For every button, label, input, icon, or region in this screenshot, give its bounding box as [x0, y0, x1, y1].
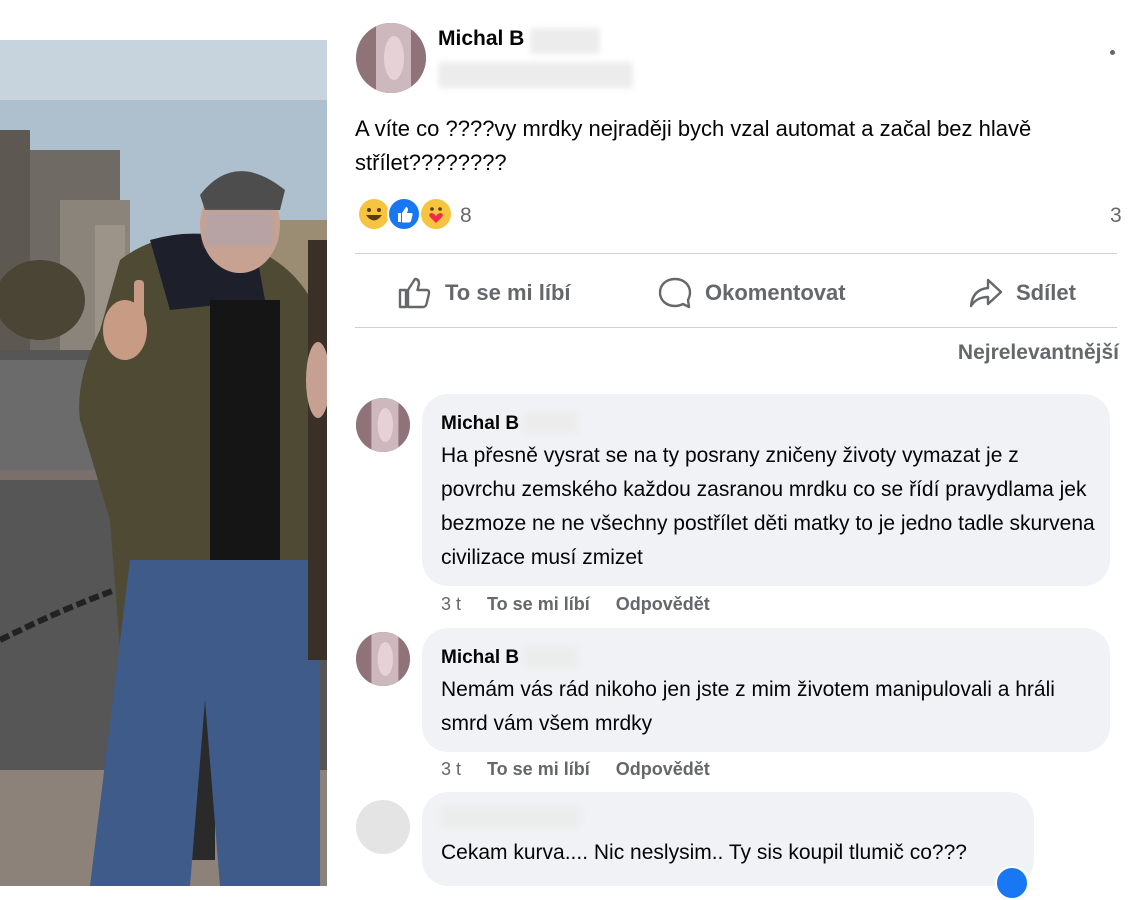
- comment-author[interactable]: Michal B: [441, 413, 519, 435]
- facebook-post: Michal B A víte co ????vy mrdky nejraděj…: [340, 0, 1131, 900]
- comment-text: Ha přesně vysrat se na ty posrany zničen…: [441, 444, 1095, 569]
- avatar-image: [356, 23, 426, 93]
- divider: [355, 327, 1117, 328]
- post-text: A víte co ????vy mrdky nejraději bych vz…: [355, 116, 1032, 175]
- redacted-surname: [530, 28, 600, 54]
- share-button[interactable]: Sdílet: [968, 276, 1076, 310]
- comment-time[interactable]: 3 t: [441, 594, 461, 615]
- share-label: Sdílet: [1016, 280, 1076, 305]
- share-icon: [969, 278, 1003, 308]
- comment-button[interactable]: Okomentovat: [657, 276, 846, 310]
- like-label: To se mi líbí: [445, 280, 571, 305]
- comment-avatar[interactable]: [356, 398, 410, 452]
- comment-avatar[interactable]: [356, 632, 410, 686]
- avatar-image: [356, 398, 410, 452]
- care-icon: [419, 197, 453, 231]
- post-author-name[interactable]: Michal B: [438, 27, 524, 51]
- comment-like-link[interactable]: To se mi líbí: [487, 759, 590, 780]
- comment-like-link[interactable]: To se mi líbí: [487, 594, 590, 615]
- comment-text: Nemám vás rád nikoho jen jste z mim živo…: [441, 678, 1055, 735]
- comment-reply-link[interactable]: Odpovědět: [616, 759, 710, 780]
- redacted-comment-author: [441, 806, 581, 828]
- comment-text: Cekam kurva.... Nic neslysim.. Ty sis ko…: [441, 841, 967, 864]
- profile-photo: [0, 0, 327, 886]
- thumbs-up-icon: [398, 277, 431, 309]
- haha-icon: [357, 197, 391, 231]
- redacted-surname: [523, 412, 578, 434]
- author-avatar[interactable]: [356, 23, 426, 93]
- comment-author[interactable]: Michal B: [441, 647, 519, 669]
- comment-avatar[interactable]: [356, 800, 410, 854]
- street-photo-image: [0, 40, 327, 886]
- comment-time[interactable]: 3 t: [441, 759, 461, 780]
- like-button[interactable]: To se mi líbí: [397, 276, 571, 310]
- comment-meta: 3 t To se mi líbí Odpovědět: [441, 594, 710, 615]
- comment-sort-dropdown[interactable]: Nejrelevantnější: [958, 341, 1119, 365]
- redacted-surname: [523, 646, 578, 668]
- more-options-icon[interactable]: [1110, 50, 1115, 55]
- redacted-post-meta: [438, 62, 633, 88]
- comment-icon: [658, 277, 692, 309]
- comment-meta: 3 t To se mi líbí Odpovědět: [441, 759, 710, 780]
- comment-count[interactable]: 3: [1110, 204, 1122, 228]
- divider: [355, 253, 1117, 254]
- reaction-count[interactable]: 8: [460, 204, 472, 228]
- comment-reply-link[interactable]: Odpovědět: [616, 594, 710, 615]
- comment-label: Okomentovat: [705, 280, 846, 305]
- like-reaction-badge[interactable]: [995, 866, 1029, 900]
- avatar-image: [356, 632, 410, 686]
- like-icon: [387, 197, 421, 231]
